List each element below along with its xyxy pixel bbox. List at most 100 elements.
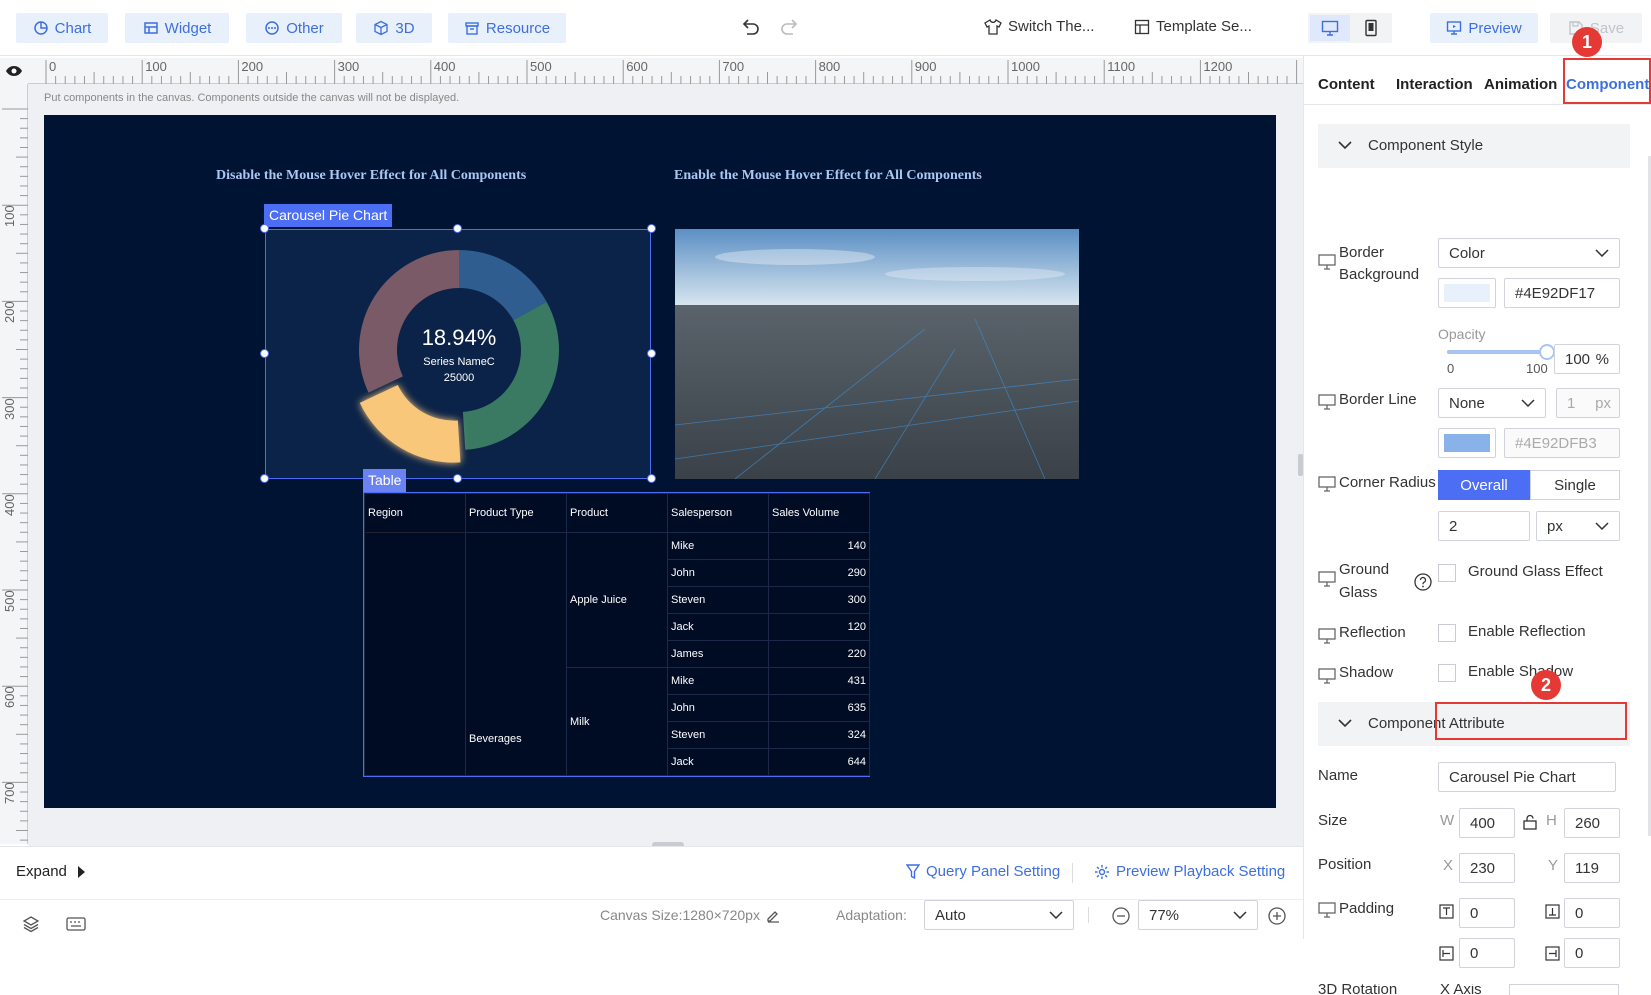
preview-playback-label: Preview Playback Setting [1116, 863, 1286, 880]
ruler-label: 500 [2, 590, 17, 612]
padding-bottom-input[interactable]: 0 [1564, 898, 1620, 928]
resource-button[interactable]: Resource [448, 13, 566, 43]
resize-handle-n[interactable] [453, 224, 462, 233]
zoom-select[interactable]: 77% [1138, 900, 1258, 930]
padding-right-icon [1545, 946, 1560, 961]
ruler-label: 700 [722, 59, 745, 74]
resize-handle-w[interactable] [260, 349, 269, 358]
border-line-color-input[interactable]: #4E92DFB3 [1504, 428, 1620, 458]
layers-icon[interactable] [22, 915, 40, 933]
divider [1088, 907, 1089, 923]
border-line-width-unit: px [1595, 394, 1611, 412]
redo-icon[interactable] [780, 18, 800, 36]
template-settings-button[interactable]: Template Se... [1134, 18, 1252, 35]
resize-handle-sw[interactable] [260, 474, 269, 483]
query-panel-setting-button[interactable]: Query Panel Setting [906, 863, 1060, 880]
widget-button[interactable]: Widget [125, 13, 229, 43]
corner-single-button[interactable]: Single [1530, 470, 1620, 500]
x-input[interactable]: 230 [1459, 853, 1515, 883]
sales-volume-cell: 120 [768, 613, 870, 641]
border-line-width-input[interactable]: 1 px [1556, 388, 1620, 418]
zoom-out-icon[interactable] [1112, 907, 1130, 925]
canvas-size-button[interactable]: Canvas Size:1280×720px [600, 907, 781, 923]
border-background-color-swatch[interactable] [1438, 278, 1496, 308]
border-line-color-swatch[interactable] [1438, 428, 1496, 458]
border-background-type-select[interactable]: Color [1438, 238, 1620, 268]
chevron-down-icon [1521, 399, 1535, 407]
adaptation-label: Adaptation: [836, 907, 907, 923]
resize-handle-ne[interactable] [647, 224, 656, 233]
sales-volume-cell: 140 [768, 532, 870, 560]
3d-button[interactable]: 3D [356, 13, 432, 43]
reflection-checkbox[interactable] [1438, 624, 1456, 642]
corner-unit-value: px [1547, 517, 1563, 535]
sales-table[interactable]: Region Product Type Product Salesperson … [363, 492, 870, 777]
lock-icon[interactable] [1522, 814, 1538, 830]
resize-handle-se[interactable] [647, 474, 656, 483]
ground-glass-check-label: Ground Glass Effect [1468, 563, 1603, 580]
ground-glass-checkbox[interactable] [1438, 564, 1456, 582]
opacity-slider-thumb[interactable] [1539, 344, 1555, 360]
tab-content[interactable]: Content [1318, 76, 1375, 93]
product-cell: Milk [566, 667, 668, 776]
sales-data-table: Region Product Type Product Salesperson … [364, 493, 870, 776]
border-line-select[interactable]: None [1438, 388, 1546, 418]
x-label: X [1443, 857, 1454, 874]
padding-right-input[interactable]: 0 [1564, 938, 1620, 968]
padding-top-input[interactable]: 0 [1459, 898, 1515, 928]
resize-handle-nw[interactable] [260, 224, 269, 233]
corner-radius-label: Corner Radius [1339, 474, 1436, 491]
chart-button[interactable]: Chart [16, 13, 108, 43]
component-style-section[interactable]: Component Style [1318, 124, 1630, 168]
keyboard-icon[interactable] [66, 917, 86, 931]
ruler-label: 1100 [1107, 59, 1136, 74]
opacity-slider[interactable] [1447, 344, 1555, 360]
annotation-badge-2: 2 [1531, 670, 1561, 700]
ruler-label: 200 [241, 59, 264, 74]
tab-animation[interactable]: Animation [1484, 76, 1557, 93]
resize-handle-s[interactable] [453, 474, 462, 483]
top-toolbar: Chart Widget Other 3D Resource Switch Th… [0, 0, 1651, 56]
3d-scene-image[interactable] [675, 229, 1079, 479]
chevron-down-icon [1338, 141, 1352, 150]
component-name-input[interactable]: Carousel Pie Chart [1438, 762, 1616, 792]
height-input[interactable]: 260 [1564, 808, 1620, 838]
border-background-color-input[interactable]: #4E92DF17 [1504, 278, 1620, 308]
template-settings-label: Template Se... [1156, 18, 1252, 35]
border-line-value: None [1449, 394, 1485, 412]
width-input[interactable]: 400 [1459, 808, 1515, 838]
mobile-view-button[interactable] [1352, 15, 1390, 41]
reflection-check-label: Enable Reflection [1468, 623, 1586, 640]
adaptation-value: Auto [935, 906, 966, 924]
zoom-in-icon[interactable] [1268, 907, 1286, 925]
name-label: Name [1318, 767, 1359, 784]
carousel-pie-chart[interactable]: 18.94% Series NameC 25000 [265, 229, 651, 479]
desktop-view-button[interactable] [1310, 15, 1350, 41]
tab-interaction[interactable]: Interaction [1396, 76, 1473, 93]
other-button[interactable]: Other [246, 13, 342, 43]
x-axis-select[interactable] [1509, 984, 1619, 995]
preview-button[interactable]: Preview [1430, 13, 1538, 43]
corner-overall-button[interactable]: Overall [1438, 470, 1530, 500]
opacity-input[interactable]: 100 % [1554, 344, 1620, 374]
resize-handle-e[interactable] [647, 349, 656, 358]
adaptation-select[interactable]: Auto [924, 900, 1074, 930]
preview-playback-setting-button[interactable]: Preview Playback Setting [1094, 863, 1285, 880]
help-icon[interactable] [1414, 573, 1432, 591]
undo-icon[interactable] [740, 18, 760, 36]
y-input[interactable]: 119 [1564, 853, 1620, 883]
query-panel-label: Query Panel Setting [926, 863, 1061, 880]
chevron-down-icon [1233, 911, 1247, 919]
dashboard-canvas[interactable]: Disable the Mouse Hover Effect for All C… [44, 115, 1276, 808]
salesperson-cell: Jack [667, 613, 769, 641]
salesperson-cell: John [667, 559, 769, 587]
expand-button[interactable]: Expand [16, 863, 86, 880]
visibility-toggle[interactable] [0, 58, 28, 84]
shadow-checkbox[interactable] [1438, 664, 1456, 682]
padding-left-input[interactable]: 0 [1459, 938, 1515, 968]
corner-unit-select[interactable]: px [1536, 511, 1620, 541]
ruler-label: 800 [818, 59, 841, 74]
corner-radius-input[interactable]: 2 [1438, 511, 1530, 541]
properties-panel: Content Interaction Animation Component … [1303, 56, 1651, 995]
switch-theme-button[interactable]: Switch The... [984, 18, 1094, 35]
